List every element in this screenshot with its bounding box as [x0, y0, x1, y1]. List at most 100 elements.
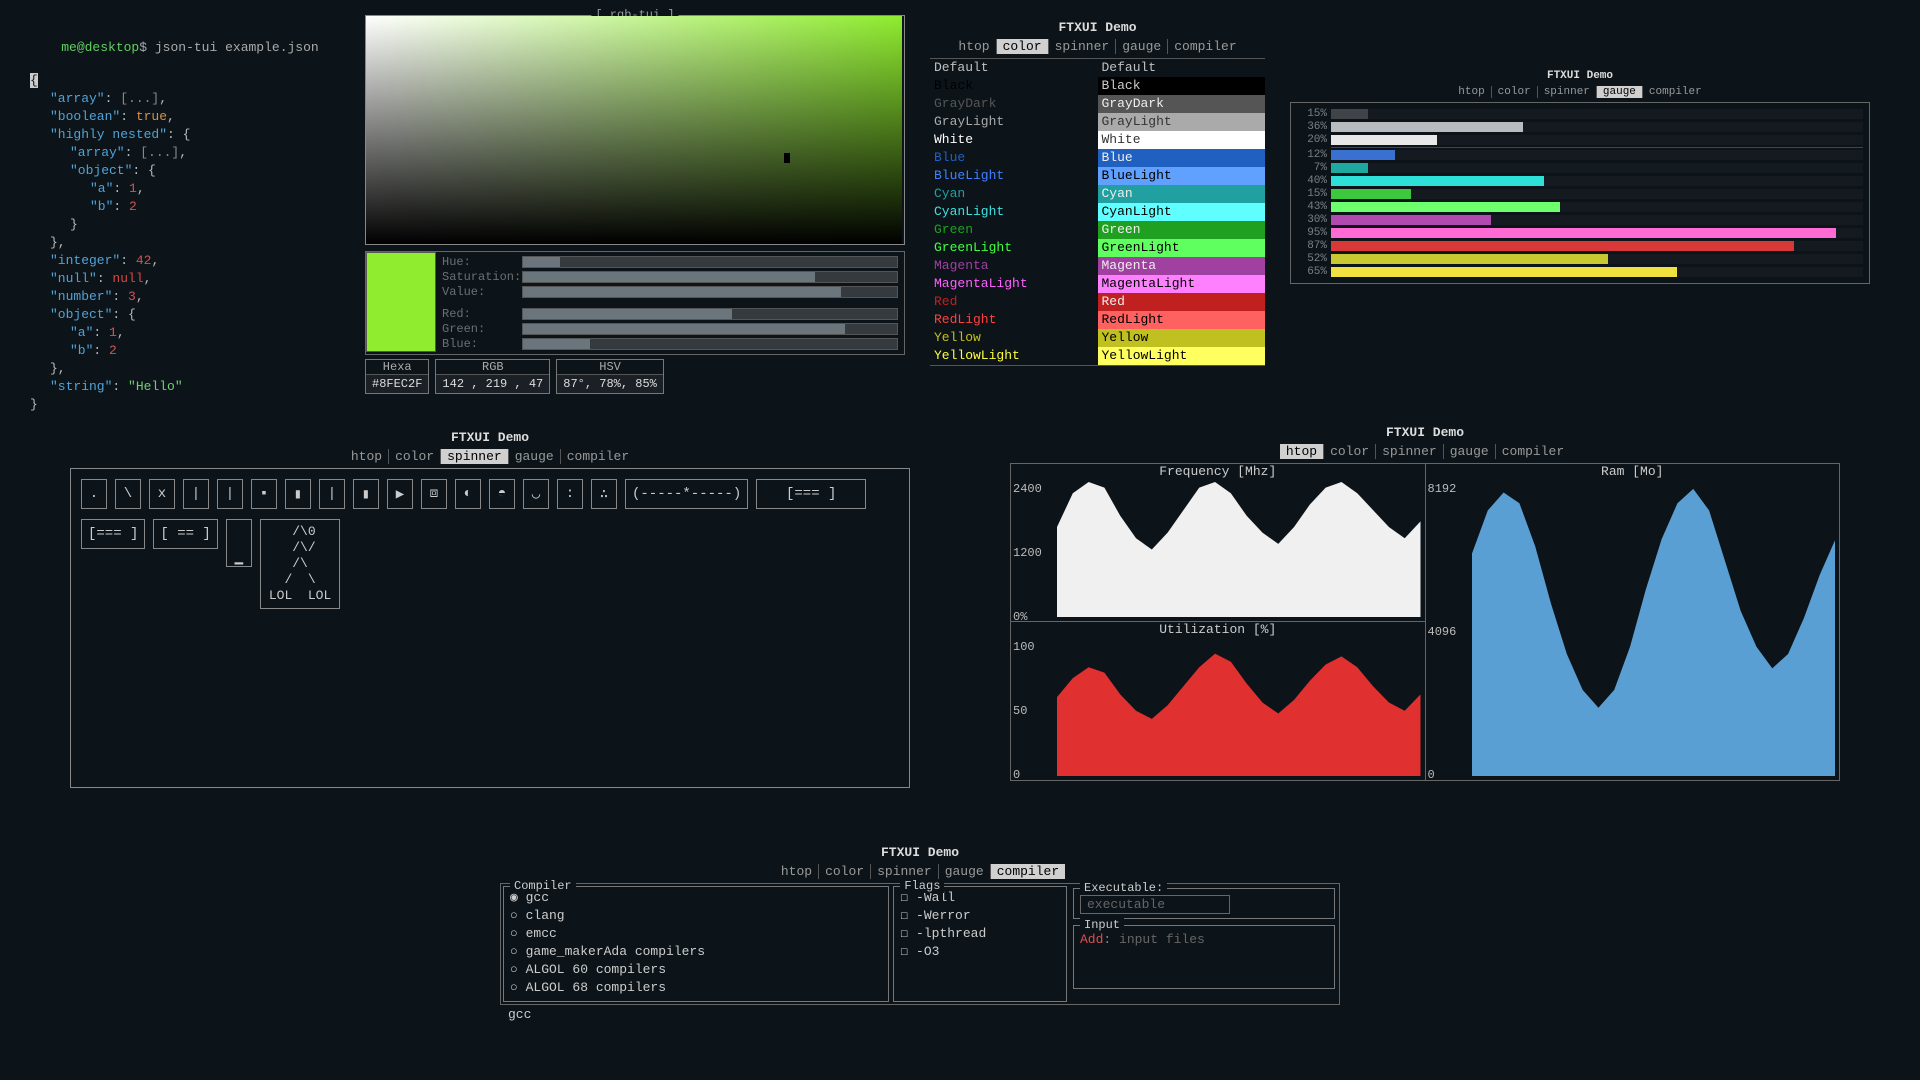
color-bg-Default: Default	[1098, 59, 1266, 77]
color-fg-YellowLight: YellowLight	[930, 347, 1098, 365]
radio-ALGOL-60-compilers[interactable]: ○ ALGOL 60 compilers	[510, 961, 882, 979]
tab-spinner[interactable]: spinner	[441, 449, 509, 464]
color-bg-Black: Black	[1098, 77, 1266, 95]
gauge-row: 36%	[1297, 121, 1863, 133]
color-fg-CyanLight: CyanLight	[930, 203, 1098, 221]
color-bg-Cyan: Cyan	[1098, 185, 1266, 203]
tab-compiler[interactable]: compiler	[1643, 86, 1708, 98]
prompt-host: @desktop	[77, 40, 139, 55]
tab-htop[interactable]: htop	[1452, 86, 1491, 98]
tab-compiler[interactable]: compiler	[1496, 444, 1570, 459]
tab-compiler[interactable]: compiler	[1168, 39, 1242, 54]
spinner-cell: [ == ]	[153, 519, 217, 549]
tab-spinner[interactable]: spinner	[1376, 444, 1444, 459]
color-fg-Default: Default	[930, 59, 1098, 77]
spinner-cell: [=== ]	[756, 479, 866, 509]
color-bg-YellowLight: YellowLight	[1098, 347, 1266, 365]
check--Werror[interactable]: ☐ -Werror	[900, 907, 1060, 925]
demo-title: FTXUI Demo	[1290, 70, 1870, 82]
tab-spinner[interactable]: spinner	[1049, 39, 1117, 54]
tabs-compiler: htopcolorspinnergaugecompiler	[500, 864, 1340, 879]
demo-title: FTXUI Demo	[1010, 425, 1840, 440]
tab-color[interactable]: color	[819, 864, 871, 879]
slider-saturation[interactable]: Saturation:	[442, 270, 898, 284]
color-fg-Magenta: Magenta	[930, 257, 1098, 275]
color-fg-Blue: Blue	[930, 149, 1098, 167]
tab-color[interactable]: color	[1492, 86, 1538, 98]
tab-htop[interactable]: htop	[952, 39, 996, 54]
chart-title: Ram [Mo]	[1601, 464, 1663, 479]
tab-color[interactable]: color	[1324, 444, 1376, 459]
slider-blue[interactable]: Blue:	[442, 337, 898, 351]
radio-game_makerAda-compilers[interactable]: ○ game_makerAda compilers	[510, 943, 882, 961]
radio-emcc[interactable]: ○ emcc	[510, 925, 882, 943]
color-fg-GreenLight: GreenLight	[930, 239, 1098, 257]
slider-red[interactable]: Red:	[442, 307, 898, 321]
check--O3[interactable]: ☐ -O3	[900, 943, 1060, 961]
gauge-row: 7%	[1297, 162, 1863, 174]
slider-green[interactable]: Green:	[442, 322, 898, 336]
tab-htop[interactable]: htop	[345, 449, 389, 464]
spinner-cell: ▮	[353, 479, 379, 509]
tab-gauge[interactable]: gauge	[1116, 39, 1168, 54]
tab-htop[interactable]: htop	[1280, 444, 1324, 459]
tab-gauge[interactable]: gauge	[509, 449, 561, 464]
tab-spinner[interactable]: spinner	[1538, 86, 1597, 98]
color-bg-BlueLight: BlueLight	[1098, 167, 1266, 185]
compiler-output: gcc	[500, 1005, 1340, 1024]
tab-color[interactable]: color	[389, 449, 441, 464]
rgb-tui-panel: [ rgb-tui ] Hue:Saturation:Value:Red:Gre…	[365, 15, 905, 394]
gauge-row	[1297, 147, 1863, 148]
input-files-placeholder[interactable]: input files	[1119, 932, 1205, 947]
hsv-readout[interactable]: HSV 87°, 78%, 85%	[556, 359, 664, 394]
chart-title: Utilization [%]	[1159, 622, 1276, 637]
radio-ALGOL-68-compilers[interactable]: ○ ALGOL 68 compilers	[510, 979, 882, 997]
add-button[interactable]: Add	[1080, 932, 1103, 947]
demo-title: FTXUI Demo	[930, 20, 1265, 35]
tab-compiler[interactable]: compiler	[561, 449, 635, 464]
demo-title: FTXUI Demo	[500, 845, 1340, 860]
spinner-cell: |	[319, 479, 345, 509]
tabs-spinner: htopcolorspinnergaugecompiler	[70, 449, 910, 464]
rgb-readout[interactable]: RGB 142 , 219 , 47	[435, 359, 550, 394]
hexa-readout[interactable]: Hexa #8FEC2F	[365, 359, 429, 394]
slider-hue[interactable]: Hue:	[442, 255, 898, 269]
tab-gauge[interactable]: gauge	[939, 864, 991, 879]
color-fg-BlueLight: BlueLight	[930, 167, 1098, 185]
color-fg-Cyan: Cyan	[930, 185, 1098, 203]
tab-spinner[interactable]: spinner	[871, 864, 939, 879]
color-fg-MagentaLight: MagentaLight	[930, 275, 1098, 293]
htop-demo-panel: FTXUI Demo htopcolorspinnergaugecompiler…	[1010, 425, 1840, 781]
color-bg-White: White	[1098, 131, 1266, 149]
tab-gauge[interactable]: gauge	[1444, 444, 1496, 459]
color-bg-Red: Red	[1098, 293, 1266, 311]
gauge-row: 87%	[1297, 240, 1863, 252]
chart-ytick: 0	[1013, 768, 1020, 782]
tab-gauge[interactable]: gauge	[1597, 86, 1643, 98]
saturation-value-picker[interactable]	[366, 16, 902, 244]
color-bg-GreenLight: GreenLight	[1098, 239, 1266, 257]
slider-value[interactable]: Value:	[442, 285, 898, 299]
chart-ytick: 4096	[1428, 625, 1457, 639]
color-demo-panel: FTXUI Demo htopcolorspinnergaugecompiler…	[930, 20, 1265, 366]
chart-ytick: 1200	[1013, 546, 1042, 560]
compiler-fieldset: Compiler ◉ gcc○ clang○ emcc○ game_makerA…	[503, 886, 889, 1002]
executable-input[interactable]: executable	[1080, 895, 1230, 914]
color-bg-MagentaLight: MagentaLight	[1098, 275, 1266, 293]
tab-compiler[interactable]: compiler	[991, 864, 1065, 879]
color-bg-GrayDark: GrayDark	[1098, 95, 1266, 113]
sv-cursor[interactable]	[784, 153, 790, 163]
color-background-list: DefaultBlackGrayDarkGrayLightWhiteBlueBl…	[1098, 59, 1266, 365]
spinner-cell: |	[183, 479, 209, 509]
json-tree[interactable]: { "array": [...], "boolean": true, "high…	[30, 72, 340, 414]
gauge-demo-panel: FTXUI Demo htopcolorspinnergaugecompiler…	[1290, 70, 1870, 284]
color-bg-Magenta: Magenta	[1098, 257, 1266, 275]
json-tui-panel: me@desktop$ json-tui example.json { "arr…	[30, 25, 340, 414]
tab-htop[interactable]: htop	[775, 864, 819, 879]
tab-color[interactable]: color	[997, 39, 1049, 54]
gauge-row: 15%	[1297, 108, 1863, 120]
gauge-row: 12%	[1297, 149, 1863, 161]
radio-clang[interactable]: ○ clang	[510, 907, 882, 925]
check--lpthread[interactable]: ☐ -lpthread	[900, 925, 1060, 943]
color-bg-RedLight: RedLight	[1098, 311, 1266, 329]
